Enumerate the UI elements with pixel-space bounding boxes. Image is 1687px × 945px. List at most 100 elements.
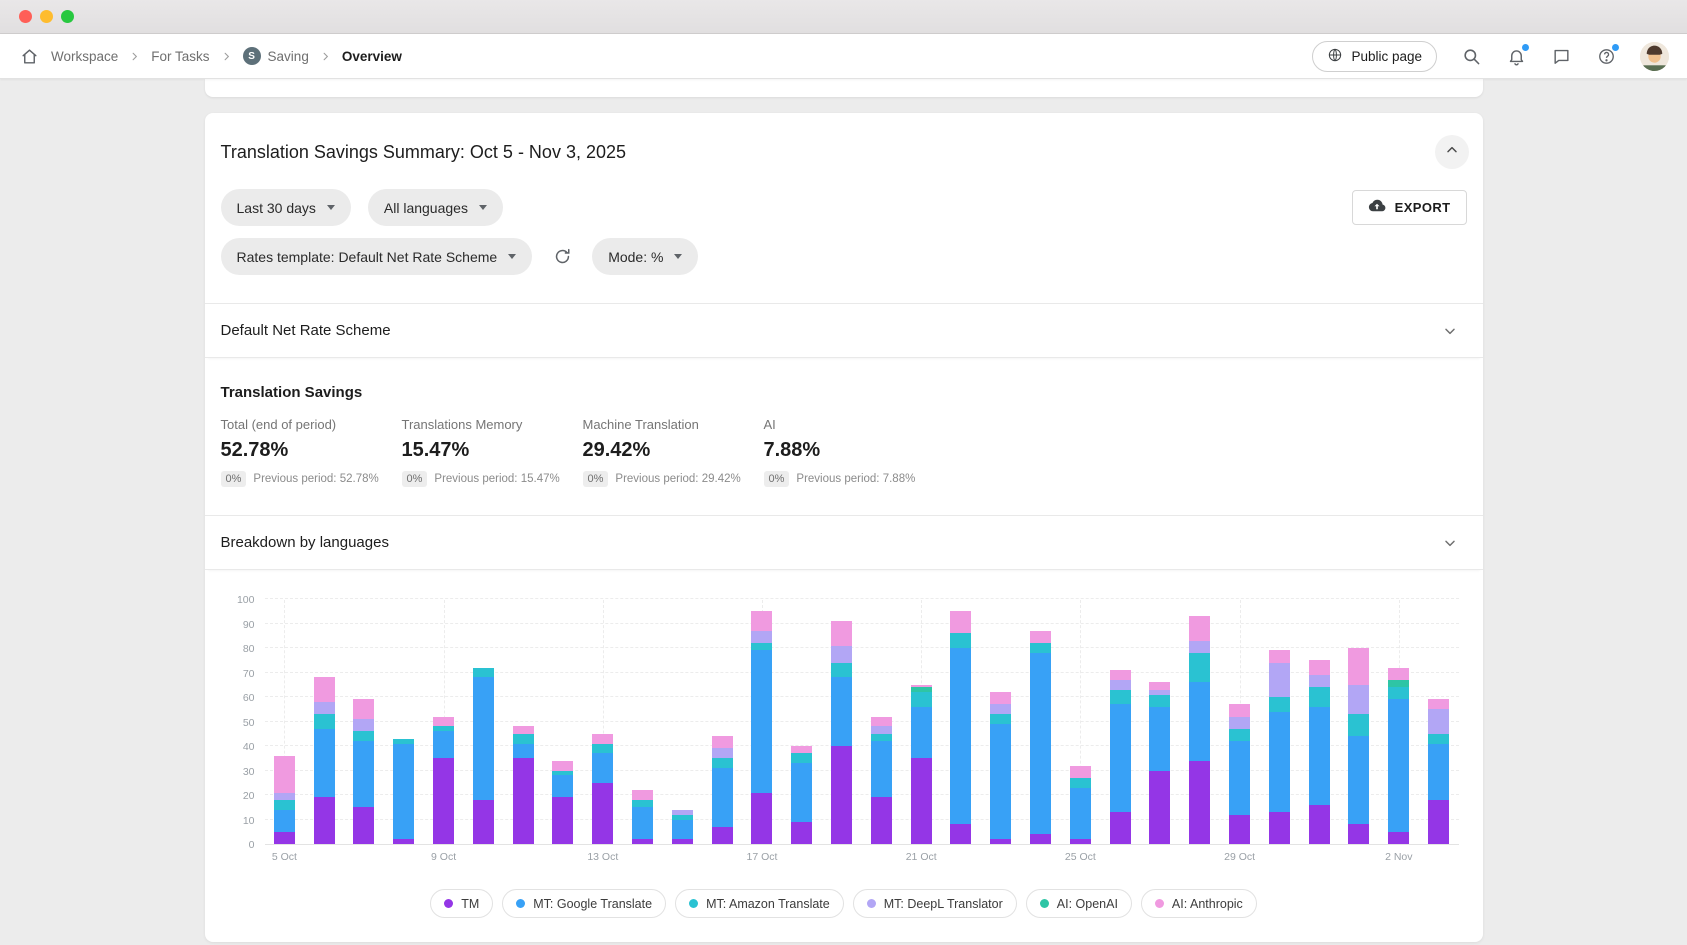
bar-13-oct <box>583 600 623 844</box>
segment-mt-google-translate <box>473 677 494 800</box>
segment-mt-deepl-translator <box>751 631 772 643</box>
segment-mt-google-translate <box>950 648 971 824</box>
segment-mt-google-translate <box>672 820 693 840</box>
segment-tm <box>1309 805 1330 844</box>
segment-mt-google-translate <box>1269 712 1290 812</box>
gridline-y-100 <box>265 598 1459 599</box>
y-tick-label: 10 <box>243 815 255 827</box>
legend-item-ai-openai[interactable]: AI: OpenAI <box>1026 889 1132 918</box>
legend-item-mt-amazon-translate[interactable]: MT: Amazon Translate <box>675 889 844 918</box>
segment-mt-google-translate <box>1428 744 1449 800</box>
segment-mt-amazon-translate <box>1030 643 1051 653</box>
stat-total: Total (end of period) 52.78% 0% Previous… <box>221 417 402 487</box>
breadcrumb-overview[interactable]: Overview <box>342 49 402 64</box>
public-page-button[interactable]: Public page <box>1312 41 1437 72</box>
y-tick-label: 70 <box>243 668 255 680</box>
rates-template-filter[interactable]: Rates template: Default Net Rate Scheme <box>221 238 533 275</box>
chevron-down-icon <box>1435 316 1465 346</box>
segment-ai-anthropic <box>1428 699 1449 709</box>
globe-icon <box>1327 47 1343 66</box>
segment-mt-amazon-translate <box>751 643 772 650</box>
date-range-filter[interactable]: Last 30 days <box>221 189 351 226</box>
segment-tm <box>592 783 613 844</box>
notifications-bell-icon[interactable] <box>1505 45 1527 67</box>
messages-icon[interactable] <box>1550 45 1572 67</box>
segment-tm <box>1348 824 1369 844</box>
card-header: Translation Savings Summary: Oct 5 - Nov… <box>205 113 1483 177</box>
stat-value: 7.88% <box>764 439 945 462</box>
segment-tm <box>393 839 414 844</box>
segment-mt-amazon-translate <box>513 734 534 744</box>
help-notification-dot <box>1611 43 1620 52</box>
bar-20-oct <box>861 600 901 844</box>
bar-24-oct <box>1021 600 1061 844</box>
segment-mt-deepl-translator <box>712 748 733 758</box>
segment-mt-google-translate <box>513 744 534 759</box>
chart-x-axis: 5 Oct9 Oct13 Oct17 Oct21 Oct25 Oct29 Oct… <box>265 851 1459 871</box>
breakdown-section-toggle[interactable]: Breakdown by languages <box>205 515 1483 570</box>
legend-item-mt-deepl-translator[interactable]: MT: DeepL Translator <box>853 889 1017 918</box>
stat-previous-period: Previous period: 7.88% <box>796 473 915 485</box>
segment-mt-google-translate <box>632 807 653 839</box>
breadcrumb-for-tasks[interactable]: For Tasks <box>151 49 209 64</box>
legend-item-ai-anthropic[interactable]: AI: Anthropic <box>1141 889 1257 918</box>
languages-filter[interactable]: All languages <box>368 189 503 226</box>
bar-28-oct <box>1180 600 1220 844</box>
mode-filter[interactable]: Mode: % <box>592 238 698 275</box>
collapse-card-button[interactable] <box>1435 135 1469 169</box>
search-icon[interactable] <box>1460 45 1482 67</box>
stat-value: 52.78% <box>221 439 402 462</box>
segment-mt-google-translate <box>1348 736 1369 824</box>
bar-26-oct <box>1100 600 1140 844</box>
legend-dot <box>867 899 876 908</box>
translation-savings-heading: Translation Savings <box>205 358 1483 417</box>
segment-tm <box>1229 815 1250 844</box>
close-window-button[interactable] <box>19 10 32 23</box>
rates-template-label: Rates template: Default Net Rate Scheme <box>237 249 498 265</box>
bar-2-nov <box>1379 600 1419 844</box>
stat-machine-translation: Machine Translation 29.42% 0% Previous p… <box>583 417 764 487</box>
segment-tm <box>831 746 852 844</box>
previous-card-bottom <box>205 79 1483 97</box>
legend-dot <box>689 899 698 908</box>
y-tick-label: 90 <box>243 619 255 631</box>
user-avatar[interactable] <box>1640 42 1669 71</box>
export-button[interactable]: EXPORT <box>1352 190 1467 225</box>
breadcrumb-workspace[interactable]: Workspace <box>51 49 118 64</box>
maximize-window-button[interactable] <box>61 10 74 23</box>
segment-mt-google-translate <box>831 677 852 746</box>
segment-tm <box>274 832 295 844</box>
segment-tm <box>1269 812 1290 844</box>
rate-scheme-section-toggle[interactable]: Default Net Rate Scheme <box>205 303 1483 358</box>
bar-29-oct <box>1220 600 1260 844</box>
segment-mt-amazon-translate <box>314 714 335 729</box>
bar-27-oct <box>1140 600 1180 844</box>
stat-delta-badge: 0% <box>583 471 609 487</box>
chevron-right-icon <box>320 51 331 62</box>
segment-mt-google-translate <box>871 741 892 797</box>
segment-mt-deepl-translator <box>831 646 852 663</box>
segment-mt-amazon-translate <box>1149 695 1170 707</box>
segment-mt-amazon-translate <box>1269 697 1290 712</box>
legend-item-tm[interactable]: TM <box>430 889 493 918</box>
segment-tm <box>353 807 374 844</box>
caret-down-icon <box>479 205 487 210</box>
minimize-window-button[interactable] <box>40 10 53 23</box>
stat-delta-badge: 0% <box>402 471 428 487</box>
breadcrumb-saving[interactable]: S Saving <box>243 47 309 65</box>
rate-scheme-section-label: Default Net Rate Scheme <box>221 322 391 339</box>
legend-label: MT: Google Translate <box>533 897 652 911</box>
bar-14-oct <box>623 600 663 844</box>
segment-ai-anthropic <box>433 717 454 727</box>
segment-mt-amazon-translate <box>990 714 1011 724</box>
home-icon[interactable] <box>18 45 40 67</box>
segment-tm <box>513 758 534 844</box>
y-tick-label: 80 <box>243 643 255 655</box>
segment-tm <box>1428 800 1449 844</box>
legend-item-mt-google-translate[interactable]: MT: Google Translate <box>502 889 666 918</box>
segment-mt-google-translate <box>990 724 1011 839</box>
cloud-export-icon <box>1368 197 1386 218</box>
help-icon[interactable] <box>1595 45 1617 67</box>
bar-30-oct <box>1259 600 1299 844</box>
refresh-icon[interactable] <box>549 244 575 270</box>
